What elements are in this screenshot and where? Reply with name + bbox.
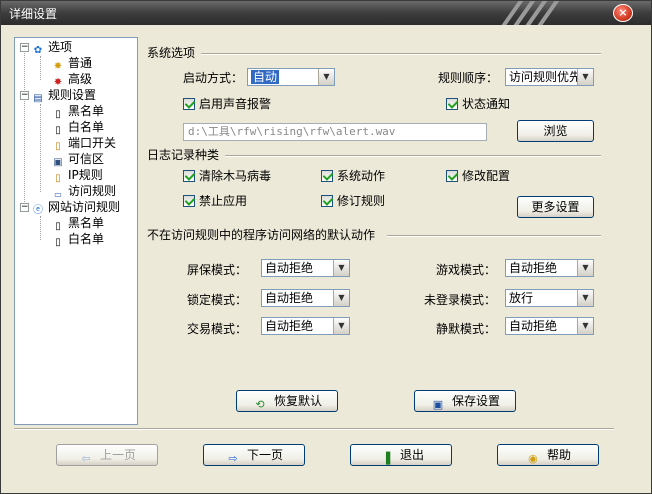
document-icon: ▯	[55, 237, 61, 248]
tree-item-port-switch[interactable]: ▯ 端口开关	[51, 135, 116, 152]
log-system-action-checkbox[interactable]: 系统动作	[321, 169, 385, 183]
settings-tree[interactable]: − ✿ 选项 ✸ 普通 ✸ 高级 − ▤ 规则设置 ▯ 黑名单 ▯ 白名单 ▯ 端口开关 ▣ 可…	[14, 37, 138, 425]
tree-item-access-rules[interactable]: ▭ 访问规则	[51, 183, 116, 199]
restore-defaults-button[interactable]: ⟲ 恢复默认	[236, 390, 338, 412]
close-icon: ×	[618, 6, 628, 19]
browse-button[interactable]: 浏览	[517, 120, 594, 142]
arrow-right-icon: ⇨	[228, 452, 238, 465]
not-logged-in-mode-select[interactable]: 放行 ▼	[505, 289, 594, 307]
silent-mode-select[interactable]: 自动拒绝 ▼	[505, 317, 594, 335]
chevron-down-icon[interactable]: ▼	[577, 260, 593, 276]
section-divider	[225, 155, 601, 157]
tree-item-blacklist[interactable]: ▯ 黑名单	[51, 103, 104, 120]
status-notify-checkbox[interactable]: 状态通知	[446, 97, 510, 111]
tree-collapse-web[interactable]: −	[20, 203, 29, 212]
silent-mode-label: 静默模式：	[436, 322, 497, 336]
close-button[interactable]: ×	[613, 4, 633, 22]
chevron-down-icon[interactable]: ▼	[333, 290, 349, 306]
rules-icon: ▤	[33, 93, 43, 104]
help-bulb-icon: ◉	[528, 452, 538, 465]
checkbox-checked-icon[interactable]	[321, 195, 333, 207]
tree-collapse-options[interactable]: −	[20, 43, 29, 52]
exit-button[interactable]: ▐ 退出	[350, 444, 452, 466]
settings-window: 详细设置 × − ✿ 选项 ✸ 普通 ✸ 高级 − ▤ 规则设置 ▯ 黑名单 ▯ 白名单 ▯…	[0, 0, 652, 494]
options-icon: ✿	[33, 45, 43, 56]
chevron-down-icon[interactable]: ▼	[577, 318, 593, 334]
tree-line	[40, 216, 41, 240]
tree-item-options[interactable]: ✿ 选项	[31, 39, 72, 56]
chevron-down-icon[interactable]: ▼	[577, 290, 593, 306]
arrow-left-icon: ⇦	[81, 452, 91, 465]
chevron-down-icon[interactable]: ▼	[333, 260, 349, 276]
checkbox-checked-icon[interactable]	[183, 195, 195, 207]
rule-order-label: 规则顺序：	[438, 71, 499, 85]
trade-mode-select[interactable]: 自动拒绝 ▼	[261, 317, 350, 335]
sound-file-path-input[interactable]: d:\工具\rfw\rising\rfw\alert.wav	[183, 123, 487, 141]
chevron-down-icon[interactable]: ▼	[318, 69, 334, 85]
default-action-title: 不在访问规则中的程序访问网络的默认动作	[147, 228, 376, 242]
lock-mode-label: 锁定模式：	[187, 293, 248, 307]
log-modify-config-checkbox[interactable]: 修改配置	[446, 169, 510, 183]
tree-collapse-rules[interactable]: −	[20, 91, 29, 100]
window-title: 详细设置	[9, 7, 58, 21]
start-mode-label: 启动方式：	[183, 71, 244, 85]
log-types-title: 日志记录种类	[147, 148, 220, 162]
help-button[interactable]: ◉ 帮助	[497, 444, 599, 466]
screensaver-mode-label: 屏保模式：	[187, 263, 248, 277]
trade-mode-label: 交易模式：	[187, 322, 248, 336]
tree-item-rules[interactable]: ▤ 规则设置	[31, 87, 96, 104]
checkbox-checked-icon[interactable]	[446, 98, 458, 110]
previous-page-button[interactable]: ⇦ 上一页	[56, 444, 158, 466]
chevron-down-icon[interactable]: ▼	[577, 69, 593, 85]
rule-order-select[interactable]: 访问规则优先 ▼	[505, 68, 594, 86]
title-bar[interactable]: 详细设置 ×	[1, 1, 651, 25]
game-mode-select[interactable]: 自动拒绝 ▼	[505, 259, 594, 277]
game-mode-label: 游戏模式：	[436, 263, 497, 277]
lock-mode-select[interactable]: 自动拒绝 ▼	[261, 289, 350, 307]
tree-item-ip-rules[interactable]: ▯ IP规则	[51, 167, 103, 184]
ie-icon: ⓔ	[33, 205, 43, 216]
tree-line	[40, 104, 41, 192]
tree-line	[24, 48, 25, 206]
tree-item-trusted-zone[interactable]: ▣ 可信区	[51, 151, 104, 168]
start-mode-select[interactable]: 自动 ▼	[247, 68, 335, 86]
restore-icon: ⟲	[255, 398, 265, 411]
tree-item-web-whitelist[interactable]: ▯ 白名单	[51, 231, 104, 248]
checkbox-checked-icon[interactable]	[321, 170, 333, 182]
save-icon: ▣	[432, 398, 444, 411]
tree-item-whitelist[interactable]: ▯ 白名单	[51, 119, 104, 136]
save-settings-button[interactable]: ▣ 保存设置	[414, 390, 516, 412]
checkbox-checked-icon[interactable]	[183, 170, 195, 182]
footer-divider	[14, 428, 614, 430]
checkbox-checked-icon[interactable]	[446, 170, 458, 182]
checkbox-checked-icon[interactable]	[183, 98, 195, 110]
not-logged-in-mode-label: 未登录模式：	[424, 293, 497, 307]
tree-item-web-blacklist[interactable]: ▯ 黑名单	[51, 215, 104, 232]
section-divider	[201, 53, 601, 55]
sound-alarm-checkbox[interactable]: 启用声音报警	[183, 97, 271, 111]
tree-item-web-access-rules[interactable]: ⓔ 网站访问规则	[31, 199, 120, 216]
log-revise-rule-checkbox[interactable]: 修订规则	[321, 194, 385, 208]
more-settings-button[interactable]: 更多设置	[517, 196, 594, 218]
exit-door-icon: ▐	[381, 452, 391, 465]
system-options-title: 系统选项	[147, 46, 196, 60]
tree-line	[40, 56, 41, 80]
next-page-button[interactable]: ⇨ 下一页	[203, 444, 305, 466]
tree-item-normal[interactable]: ✸ 普通	[51, 55, 92, 72]
log-trojan-checkbox[interactable]: 清除木马病毒	[183, 169, 271, 183]
chevron-down-icon[interactable]: ▼	[333, 318, 349, 334]
log-block-app-checkbox[interactable]: 禁止应用	[183, 194, 247, 208]
screensaver-mode-select[interactable]: 自动拒绝 ▼	[261, 259, 350, 277]
tree-item-advanced[interactable]: ✸ 高级	[51, 71, 92, 88]
section-divider	[387, 235, 601, 237]
